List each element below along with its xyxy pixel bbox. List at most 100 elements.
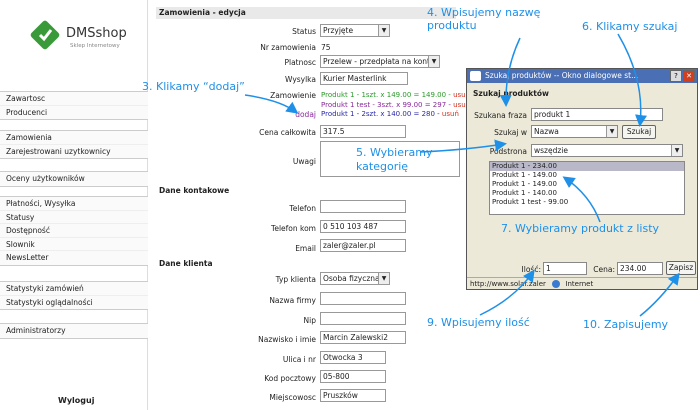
dialog-heading: Szukaj produktów [473, 89, 549, 98]
sidebar-item-stat-zamowien[interactable]: Statystyki zamówień [0, 282, 148, 296]
sidebar-item-administratorzy[interactable]: Administratorzy [0, 324, 148, 338]
logo-mark-icon [30, 20, 60, 50]
nip-field[interactable] [320, 312, 406, 325]
menu-group-stats: Statystyki zamówień Statystyki oglądalno… [0, 281, 148, 310]
total-price-label: Cena całkowita [259, 128, 316, 137]
client-type-value: Osoba fizyczna [323, 274, 380, 283]
mobile-phone-label: Telefon kom [271, 224, 316, 233]
sidebar-item-oceny[interactable]: Oceny użytkowników [0, 172, 148, 186]
price-label: Cena: [593, 265, 615, 274]
status-value: Przyjęte [323, 26, 354, 35]
email-label: Email [295, 244, 316, 253]
order-number-value: 75 [321, 43, 331, 52]
globe-icon [552, 280, 561, 288]
results-listbox[interactable]: Produkt 1 - 234.00 Produkt 1 - 149.00 Pr… [489, 161, 685, 215]
window-icon [470, 71, 481, 81]
list-item[interactable]: Produkt 1 - 149.00 [490, 171, 684, 180]
search-in-value: Nazwa [534, 127, 559, 136]
status-zone: Internet [565, 280, 594, 288]
subpage-label: Podstrona [489, 147, 527, 156]
remove-link[interactable]: usuń [442, 110, 459, 118]
client-type-label: Typ klienta [275, 275, 316, 284]
name-field[interactable]: Marcin Zalewski2 [320, 331, 406, 344]
section-title-edit: Zamowienia - edycja [156, 7, 456, 19]
payment-label: Platnosc [284, 58, 316, 67]
sidebar-item-newsletter[interactable]: NewsLetter [0, 251, 148, 265]
order-product-line: Produkt 1 - 1szt. x 149.00 = 149.00 - us… [321, 91, 470, 99]
menu-group-ratings: Oceny użytkowników [0, 171, 148, 187]
sidebar-item-zawartosc[interactable]: Zawartosc [0, 92, 148, 106]
chevron-down-icon: ▼ [671, 145, 682, 156]
logout-link[interactable]: Wyloguj [58, 396, 94, 405]
list-item[interactable]: Produkt 1 - 234.00 [490, 162, 684, 171]
menu-group-orders: Zamowienia Zarejestrowani uzytkownicy [0, 130, 148, 159]
list-item[interactable]: Produkt 1 - 140.00 [490, 189, 684, 198]
sidebar-item-producenci[interactable]: Producenci [0, 106, 148, 120]
sidebar-item-statusy[interactable]: Statusy [0, 211, 148, 224]
subpage-value: wszędzie [534, 146, 568, 155]
product-line-text: Produkt 1 - 2szt. x 140.00 = 280 - [321, 110, 442, 118]
close-icon[interactable]: ✕ [683, 70, 695, 82]
sidebar: DMSshop Sklep Internetowy Zawartosc Prod… [0, 0, 148, 410]
quantity-label: Ilość: [521, 265, 541, 274]
logo[interactable]: DMSshop Sklep Internetowy [20, 16, 135, 61]
search-in-select[interactable]: Nazwa ▼ [531, 125, 618, 138]
section-title-client: Dane klienta [159, 259, 213, 268]
payment-select[interactable]: Przelew - przedpłata na konto ▼ [320, 55, 440, 68]
status-url: http://www.solar.zaler [470, 280, 546, 288]
postcode-field[interactable]: 05-800 [320, 370, 386, 383]
status-label: Status [292, 27, 316, 36]
help-icon[interactable]: ? [670, 70, 682, 82]
search-phrase-input[interactable]: produkt 1 [531, 108, 663, 121]
sidebar-item-slownik[interactable]: Slownik [0, 238, 148, 251]
order-product-line: Produkt 1 - 2szt. x 140.00 = 280 - usuń [321, 110, 459, 118]
section-title-contact: Dane kontakowe [159, 186, 230, 195]
sidebar-item-dostepnosc[interactable]: Dostępność [0, 224, 148, 238]
search-phrase-label: Szukana fraza [474, 111, 527, 120]
price-input[interactable]: 234.00 [617, 262, 663, 275]
company-field[interactable] [320, 292, 406, 305]
menu-group-content: Zawartosc Producenci [0, 91, 148, 120]
shipping-field[interactable]: Kurier Masterlink [320, 72, 408, 85]
mobile-phone-field[interactable]: 0 510 103 487 [320, 220, 406, 233]
product-line-text: Produkt 1 - 1szt. x 149.00 = 149.00 - [321, 91, 454, 99]
chevron-down-icon: ▼ [428, 56, 439, 67]
annotation-step-3: 3. Klikamy “dodaj” [142, 80, 245, 93]
annotation-step-7: 7. Wybieramy produkt z listy [501, 222, 660, 235]
status-select[interactable]: Przyjęte ▼ [320, 24, 390, 37]
chevron-down-icon: ▼ [378, 273, 389, 284]
email-field[interactable]: zaler@zaler.pl [320, 239, 406, 252]
menu-group-admins: Administratorzy [0, 323, 148, 339]
name-label: Nazwisko i imie [258, 335, 316, 344]
client-type-select[interactable]: Osoba fizyczna ▼ [320, 272, 390, 285]
chevron-down-icon: ▼ [378, 25, 389, 36]
order-product-line: Produkt 1 test - 3szt. x 99.00 = 297 - u… [321, 101, 470, 109]
sidebar-item-platnosci[interactable]: Płatności, Wysyłka [0, 197, 148, 211]
dialog-statusbar: http://www.solar.zaler Internet [467, 277, 697, 289]
menu-group-settings: Płatności, Wysyłka Statusy Dostępność Sl… [0, 196, 148, 266]
sidebar-item-uzytkownicy[interactable]: Zarejestrowani uzytkownicy [0, 145, 148, 159]
phone-label: Telefon [289, 204, 316, 213]
search-in-label: Szukaj w [494, 128, 527, 137]
annotation-step-5: 5. Wybieramy kategorię [356, 146, 433, 173]
sidebar-item-stat-ogladalnosci[interactable]: Statystyki oglądalności [0, 296, 148, 310]
subpage-select[interactable]: wszędzie ▼ [531, 144, 683, 157]
street-field[interactable]: Otwocka 3 [320, 351, 386, 364]
street-label: Ulica i nr [282, 355, 316, 364]
search-button[interactable]: Szukaj [622, 125, 656, 139]
list-item[interactable]: Produkt 1 - 149.00 [490, 180, 684, 189]
total-price-field[interactable]: 317.5 [320, 125, 406, 138]
add-product-link[interactable]: dodaj [156, 110, 316, 119]
notes-label: Uwagi [292, 157, 316, 166]
phone-field[interactable] [320, 200, 406, 213]
quantity-input[interactable]: 1 [543, 262, 587, 275]
city-label: Miejscowosc [269, 393, 316, 402]
logo-subtitle: Sklep Internetowy [70, 43, 120, 49]
payment-value: Przelew - przedpłata na konto [323, 57, 435, 66]
dialog-titlebar[interactable]: Szukaj produktów -- Okno dialogowe st...… [467, 69, 697, 83]
save-button[interactable]: Zapisz [666, 261, 696, 275]
city-field[interactable]: Pruszków [320, 389, 386, 402]
sidebar-item-zamowienia[interactable]: Zamowienia [0, 131, 148, 145]
dialog-title: Szukaj produktów -- Okno dialogowe st... [485, 71, 639, 80]
list-item[interactable]: Produkt 1 test - 99.00 [490, 198, 684, 207]
